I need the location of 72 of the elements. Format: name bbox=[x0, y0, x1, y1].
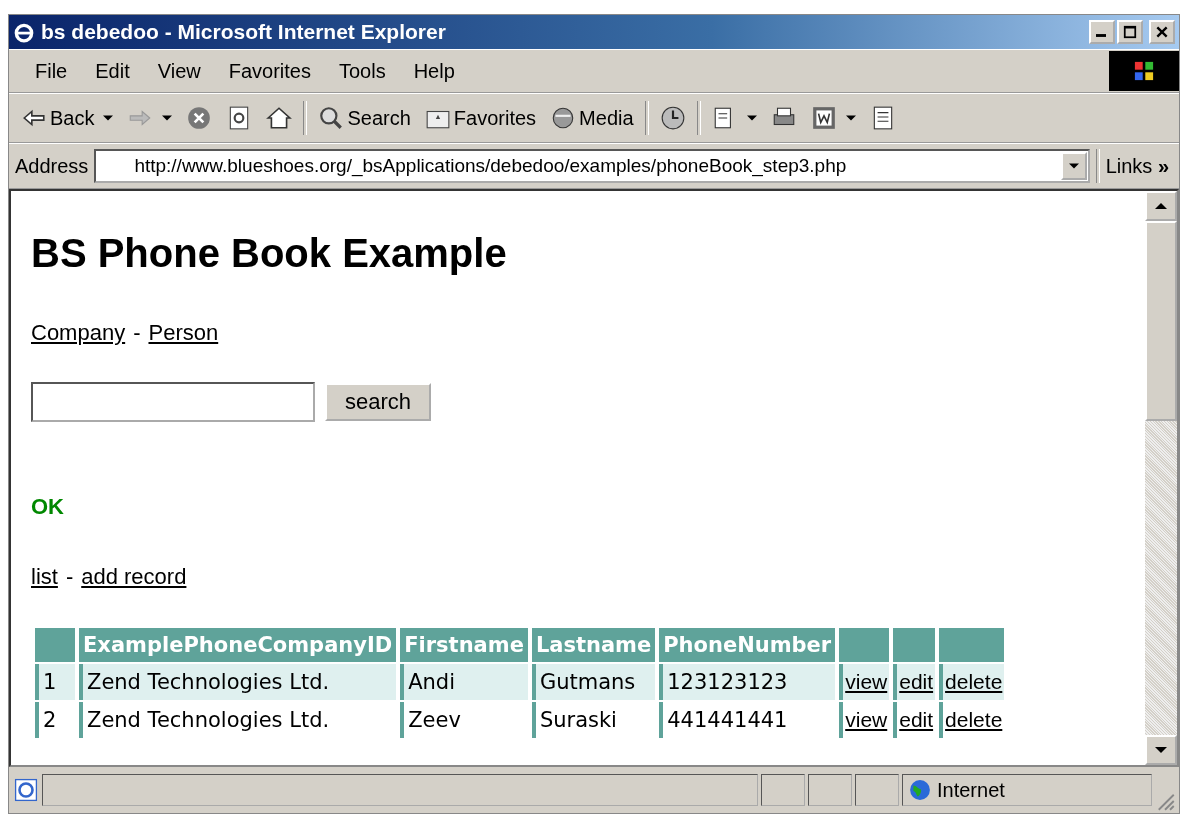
favorites-button[interactable]: Favorites bbox=[418, 105, 543, 131]
scrollbar-thumb[interactable] bbox=[1145, 221, 1177, 421]
minimize-button[interactable] bbox=[1089, 20, 1115, 44]
media-button[interactable]: Media bbox=[544, 105, 640, 131]
row-action-link[interactable]: edit bbox=[899, 708, 934, 731]
caret-icon bbox=[1068, 161, 1079, 171]
table-cell: Zend Technologies Ltd. bbox=[79, 702, 397, 738]
status-pane bbox=[808, 774, 852, 806]
nav-link[interactable]: Person bbox=[148, 320, 219, 346]
status-pane bbox=[855, 774, 899, 806]
column-header bbox=[939, 628, 1005, 662]
action-link[interactable]: add record bbox=[81, 564, 187, 590]
menu-item[interactable]: Help bbox=[399, 59, 469, 83]
column-header: Firstname bbox=[400, 628, 528, 662]
page-heading: BS Phone Book Example bbox=[31, 231, 508, 276]
nav-link[interactable]: Company bbox=[31, 320, 126, 346]
menu-item[interactable]: Favorites bbox=[214, 59, 325, 83]
search-icon bbox=[318, 105, 345, 131]
menu-item[interactable]: Edit bbox=[81, 59, 144, 83]
separator-dash: - bbox=[65, 564, 74, 590]
column-header: PhoneNumber bbox=[659, 628, 836, 662]
table-cell: Suraski bbox=[531, 702, 656, 738]
column-header: ExamplePhoneCompanyID bbox=[79, 628, 397, 662]
table-cell: Zeev bbox=[400, 702, 528, 738]
table-cell: Zend Technologies Ltd. bbox=[79, 664, 397, 700]
down-arrow-icon bbox=[1155, 744, 1167, 756]
menu-item[interactable]: File bbox=[21, 59, 82, 83]
maximize-icon bbox=[1122, 25, 1138, 39]
table-cell: Gutmans bbox=[531, 664, 656, 700]
separator-dash: - bbox=[133, 320, 141, 346]
maximize-button[interactable] bbox=[1117, 20, 1143, 44]
stop-icon bbox=[186, 105, 213, 131]
address-field[interactable]: http://www.blueshoes.org/_bsApplications/debedoo/examples/phoneBook_step3.php bbox=[94, 149, 1090, 183]
browser-logo-icon bbox=[13, 21, 35, 43]
scroll-down-button[interactable] bbox=[1145, 735, 1177, 765]
action-link[interactable]: list bbox=[31, 564, 58, 590]
column-header bbox=[893, 628, 936, 662]
status-message: OK bbox=[31, 494, 65, 520]
column-header: Lastname bbox=[531, 628, 656, 662]
close-icon bbox=[1154, 25, 1170, 39]
menu-item[interactable]: View bbox=[143, 59, 215, 83]
column-header bbox=[35, 628, 75, 662]
scroll-up-button[interactable] bbox=[1145, 191, 1177, 221]
table-cell: Andi bbox=[400, 664, 528, 700]
home-icon bbox=[266, 105, 293, 131]
column-header bbox=[839, 628, 890, 662]
table-cell: 2 bbox=[35, 702, 75, 738]
links-button[interactable]: Links » bbox=[1105, 154, 1173, 178]
table-cell: 441441441 bbox=[659, 702, 836, 738]
up-arrow-icon bbox=[1155, 200, 1167, 212]
row-action-link[interactable]: view bbox=[845, 708, 888, 731]
close-button[interactable] bbox=[1149, 20, 1175, 44]
table-cell: 1 bbox=[35, 664, 75, 700]
clock-icon bbox=[659, 105, 686, 131]
globe-icon bbox=[909, 779, 931, 801]
security-zone: Internet bbox=[937, 778, 1005, 802]
window-title: bs debedoo - Microsoft Internet Explorer bbox=[41, 20, 447, 44]
page-icon bbox=[13, 777, 39, 803]
word-document-icon bbox=[810, 105, 837, 131]
table-cell: 123123123 bbox=[659, 664, 836, 700]
menu-item[interactable]: Tools bbox=[324, 59, 400, 83]
address-label: Address bbox=[15, 154, 89, 178]
back-button[interactable]: Back bbox=[15, 105, 120, 131]
status-pane bbox=[761, 774, 805, 806]
search-button[interactable]: Search bbox=[312, 105, 417, 131]
search-field[interactable] bbox=[31, 382, 315, 422]
vertical-scrollbar[interactable] bbox=[1145, 191, 1177, 765]
row-action-link[interactable]: delete bbox=[945, 708, 1003, 731]
windows-logo-icon bbox=[1109, 51, 1179, 91]
minimize-icon bbox=[1096, 34, 1106, 37]
search-button[interactable]: search bbox=[325, 383, 432, 421]
address-dropdown-button[interactable] bbox=[1060, 152, 1087, 180]
